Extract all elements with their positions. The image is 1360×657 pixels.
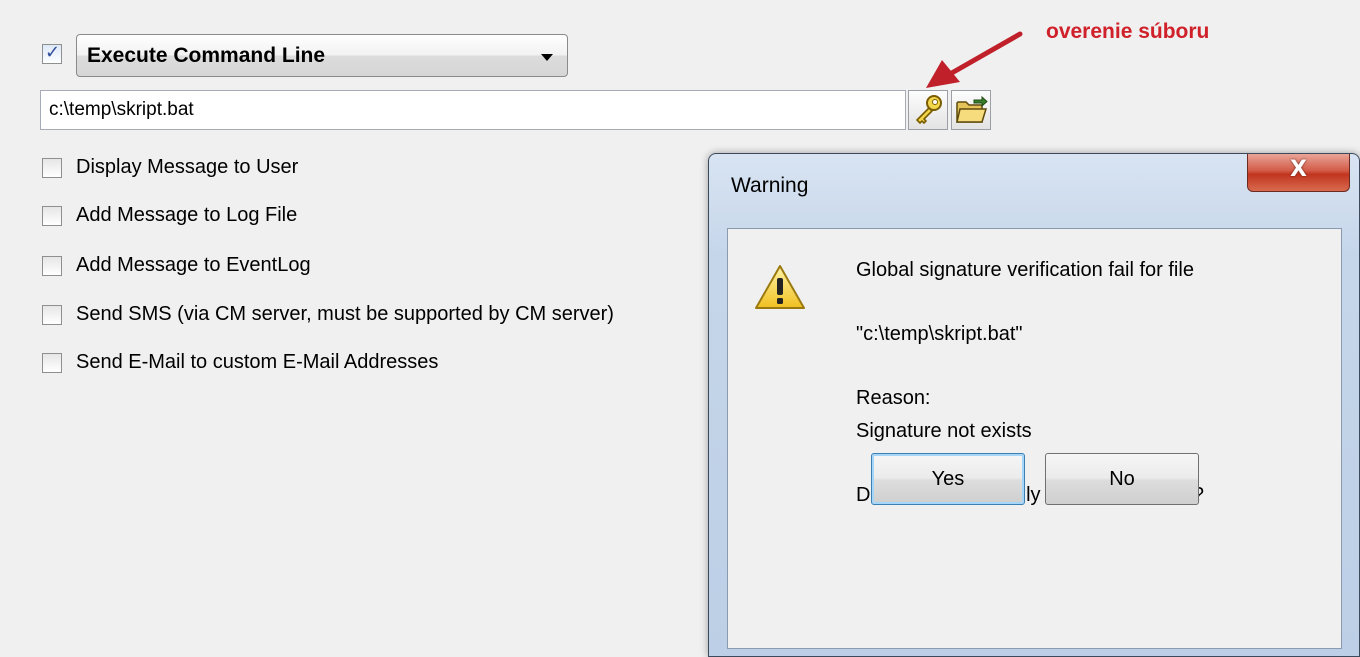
- no-button[interactable]: No: [1045, 453, 1199, 505]
- dialog-file-path: "c:\temp\skript.bat": [856, 323, 1023, 345]
- dialog-reason-label: Reason:: [856, 387, 931, 409]
- command-path-input[interactable]: [40, 90, 906, 130]
- check-mark-icon: ✓: [45, 42, 61, 63]
- warning-dialog: Warning X Global signature verification …: [708, 153, 1360, 657]
- annotation-label: overenie súboru: [1046, 20, 1210, 43]
- action-type-value: Execute Command Line: [87, 44, 326, 67]
- option-checkbox-display-message[interactable]: [42, 158, 62, 178]
- yes-button[interactable]: Yes: [871, 453, 1025, 505]
- close-icon: X: [1290, 157, 1307, 182]
- dialog-message: Global signature verification fail for f…: [856, 259, 1194, 281]
- dialog-title: Warning: [731, 174, 809, 197]
- action-type-dropdown[interactable]: Execute Command Line: [76, 34, 568, 77]
- dialog-body: Global signature verification fail for f…: [727, 228, 1342, 649]
- enable-action-checkbox[interactable]: ✓: [42, 42, 62, 64]
- option-label-log-file: Add Message to Log File: [76, 204, 298, 226]
- settings-panel: ✓ Execute Command Line Display Message t…: [0, 0, 1360, 657]
- option-checkbox-send-email[interactable]: [42, 353, 62, 373]
- annotation-arrow-icon: [926, 31, 1023, 88]
- option-label-send-sms: Send SMS (via CM server, must be support…: [76, 303, 614, 325]
- warning-icon: [755, 265, 805, 309]
- option-checkbox-send-sms[interactable]: [42, 305, 62, 325]
- close-button[interactable]: X: [1247, 154, 1350, 192]
- dialog-reason-text: Signature not exists: [856, 420, 1032, 442]
- option-label-display-message: Display Message to User: [76, 156, 299, 178]
- option-checkbox-log-file[interactable]: [42, 206, 62, 226]
- chevron-down-icon: [541, 54, 553, 61]
- option-checkbox-eventlog[interactable]: [42, 256, 62, 276]
- option-label-eventlog: Add Message to EventLog: [76, 254, 311, 276]
- option-label-send-email: Send E-Mail to custom E-Mail Addresses: [76, 351, 439, 373]
